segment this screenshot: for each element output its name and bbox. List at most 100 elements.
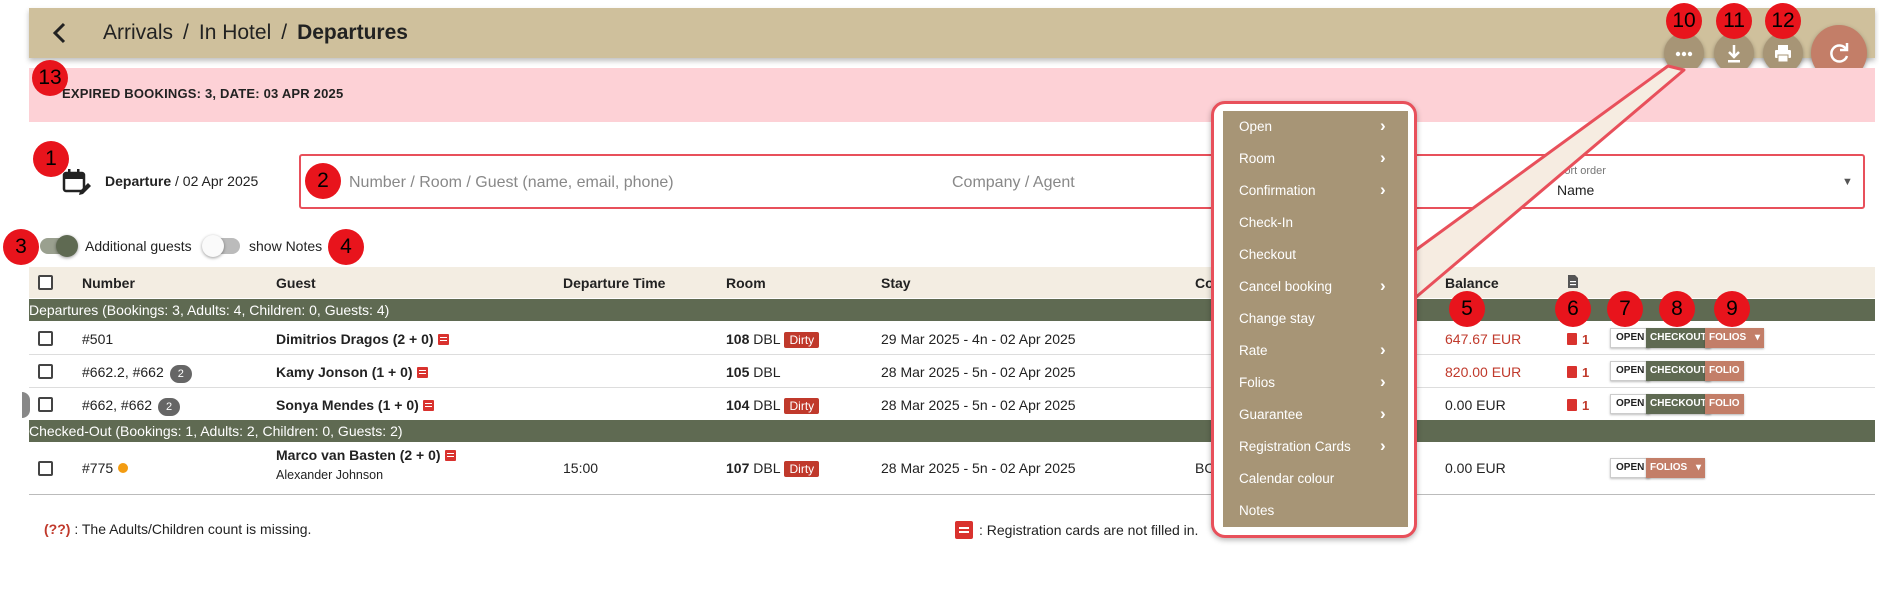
open-button[interactable]: OPEN <box>1610 361 1651 381</box>
open-button[interactable]: OPEN <box>1610 394 1651 414</box>
download-button[interactable] <box>1714 33 1754 73</box>
menu-item-label: Notes <box>1239 503 1275 518</box>
room-number: 105 <box>726 364 750 380</box>
print-button[interactable] <box>1763 33 1803 73</box>
show-notes-toggle[interactable] <box>202 235 240 257</box>
column-room[interactable]: Room <box>726 275 766 291</box>
menu-item-label: Guarantee <box>1239 407 1303 422</box>
calendar-edit-icon[interactable] <box>62 168 91 196</box>
column-guest[interactable]: Guest <box>276 275 316 291</box>
open-button[interactable]: OPEN <box>1610 458 1651 478</box>
menu-item-rate[interactable]: Rate › <box>1223 335 1408 367</box>
chevron-right-icon: › <box>1380 372 1386 391</box>
annotation-marker-12: 12 <box>1765 3 1801 39</box>
sort-order-value: Name <box>1557 182 1595 198</box>
booking-number[interactable]: #501 <box>82 331 113 347</box>
breadcrumb-in-hotel[interactable]: In Hotel <box>199 21 271 44</box>
menu-item-guarantee[interactable]: Guarantee › <box>1223 399 1408 431</box>
top-bar: Arrivals / In Hotel / Departures <box>29 8 1875 58</box>
folios-dropdown-button[interactable]: FOLIOS ▾ <box>1705 328 1765 348</box>
more-actions-button[interactable] <box>1664 33 1704 73</box>
guest-name[interactable]: Marco van Basten (2 + 0) <box>276 447 456 463</box>
row-checkbox[interactable] <box>38 397 53 412</box>
checkout-button[interactable]: CHECKOUT <box>1646 328 1711 348</box>
menu-item-room[interactable]: Room › <box>1223 143 1408 175</box>
departures-page: Arrivals / In Hotel / Departures EXPIRED BOO… <box>0 0 1879 592</box>
booking-number[interactable]: #662.2, #662 2 <box>82 364 192 383</box>
column-stay[interactable]: Stay <box>881 275 911 291</box>
guest-name[interactable]: Sonya Mendes (1 + 0) <box>276 397 434 413</box>
row-checkbox[interactable] <box>38 364 53 379</box>
breadcrumb-arrivals[interactable]: Arrivals <box>103 21 173 44</box>
room-cell[interactable]: 105 DBL <box>726 364 780 380</box>
menu-item-confirmation[interactable]: Confirmation › <box>1223 175 1408 207</box>
breadcrumb-departures: Departures <box>297 21 408 44</box>
menu-item-cancel-booking[interactable]: Cancel booking › <box>1223 271 1408 303</box>
menu-item-checkout[interactable]: Checkout <box>1223 239 1408 271</box>
stay-dates: 28 Mar 2025 - 5n - 02 Apr 2025 <box>881 364 1076 380</box>
checkout-button[interactable]: CHECKOUT <box>1646 394 1711 414</box>
registration-card-icon <box>422 400 434 411</box>
room-cell[interactable]: 104 DBL Dirty <box>726 397 820 414</box>
select-all-checkbox[interactable] <box>38 275 53 290</box>
guest-name[interactable]: Kamy Jonson (1 + 0) <box>276 364 428 380</box>
dirty-badge: Dirty <box>784 398 820 414</box>
menu-item-open[interactable]: Open › <box>1223 111 1408 143</box>
room-cell[interactable]: 107 DBL Dirty <box>726 460 820 477</box>
table-row[interactable]: #662, #662 2 Sonya Mendes (1 + 0) 104 DBL… <box>29 388 1875 421</box>
folios-dropdown-button[interactable]: FOLIOS ▾ <box>1646 458 1706 478</box>
row-checkbox[interactable] <box>38 331 53 346</box>
reg-cards-indicator[interactable]: 1 <box>1567 331 1589 347</box>
column-balance[interactable]: Balance <box>1445 275 1499 291</box>
reg-cards-count: 1 <box>1582 398 1590 413</box>
balance-value: 0.00 EUR <box>1445 460 1506 476</box>
expired-bookings-alert: EXPIRED BOOKINGS: 3, DATE: 03 APR 2025 <box>29 68 1875 122</box>
breadcrumb-separator: / <box>183 21 189 44</box>
status-dot <box>118 463 129 473</box>
company-agent-input[interactable] <box>952 172 1252 194</box>
reg-cards-indicator[interactable]: 1 <box>1567 397 1589 413</box>
folio-button[interactable]: FOLIO <box>1705 394 1744 414</box>
menu-item-label: Confirmation <box>1239 183 1316 198</box>
open-button[interactable]: OPEN <box>1610 328 1651 348</box>
back-button[interactable] <box>43 16 77 50</box>
menu-item-label: Room <box>1239 151 1276 166</box>
folios-label: FOLIOS <box>1650 462 1688 473</box>
additional-guests-toggle[interactable] <box>40 235 78 257</box>
date-type: Departure <box>105 173 172 189</box>
column-number[interactable]: Number <box>82 275 135 291</box>
column-departure-time[interactable]: Departure Time <box>563 275 665 291</box>
document-icon <box>1567 366 1577 378</box>
room-cell[interactable]: 108 DBL Dirty <box>726 331 820 348</box>
date-selector[interactable]: Departure / 02 Apr 2025 <box>105 173 258 189</box>
annotation-marker-10: 10 <box>1666 3 1702 39</box>
menu-item-label: Rate <box>1239 343 1268 358</box>
document-icon <box>1567 333 1577 345</box>
table-row[interactable]: #775 Marco van Basten (2 + 0) Alexander … <box>29 443 1875 494</box>
table-row[interactable]: #501 Dimitrios Dragos (2 + 0) 108 DBL Dir… <box>29 322 1875 355</box>
menu-item-change-stay[interactable]: Change stay <box>1223 303 1408 335</box>
search-input[interactable] <box>349 172 909 194</box>
annotation-marker-9: 9 <box>1714 291 1750 327</box>
room-type: DBL <box>753 364 781 380</box>
booking-number-text: #662.2, #662 <box>82 364 164 380</box>
menu-item-folios[interactable]: Folios › <box>1223 367 1408 399</box>
checkout-button[interactable]: CHECKOUT <box>1646 361 1711 381</box>
booking-number[interactable]: #662, #662 2 <box>82 397 181 416</box>
missing-count-text: : The Adults/Children count is missing. <box>74 521 312 537</box>
side-panel-handle[interactable] <box>22 392 30 418</box>
stay-dates: 28 Mar 2025 - 5n - 02 Apr 2025 <box>881 460 1076 476</box>
row-checkbox[interactable] <box>38 461 53 476</box>
chevron-right-icon: › <box>1380 404 1386 423</box>
menu-item-registration-cards[interactable]: Registration Cards › <box>1223 431 1408 463</box>
annotation-marker-7: 7 <box>1607 291 1643 327</box>
additional-guest-name[interactable]: Alexander Johnson <box>276 468 383 482</box>
menu-item-check-in[interactable]: Check-In <box>1223 207 1408 239</box>
table-row[interactable]: #662.2, #662 2 Kamy Jonson (1 + 0) 105 DB… <box>29 355 1875 388</box>
booking-number[interactable]: #775 <box>82 460 129 476</box>
reg-cards-indicator[interactable]: 1 <box>1567 364 1589 380</box>
menu-item-calendar-colour[interactable]: Calendar colour <box>1223 463 1408 495</box>
folio-button[interactable]: FOLIO <box>1705 361 1744 381</box>
guest-name[interactable]: Dimitrios Dragos (2 + 0) <box>276 331 449 347</box>
menu-item-notes[interactable]: Notes <box>1223 495 1408 527</box>
